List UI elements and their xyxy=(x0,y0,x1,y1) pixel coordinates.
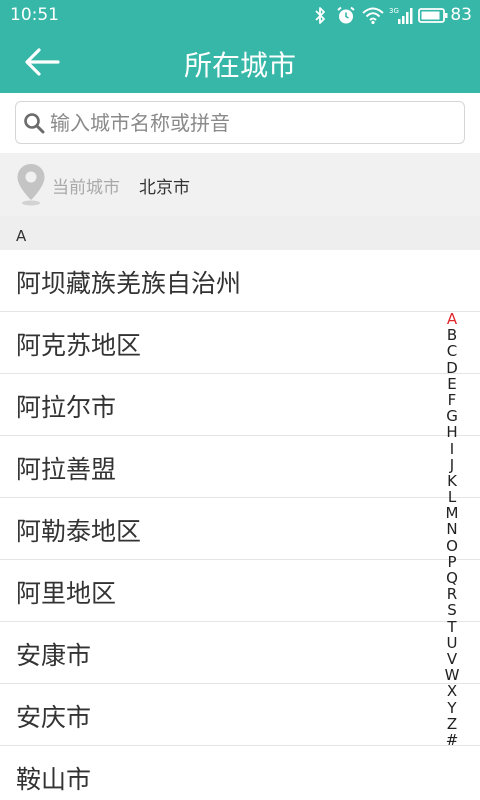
search-input[interactable] xyxy=(50,106,450,139)
search-box[interactable] xyxy=(15,101,465,144)
battery-icon xyxy=(418,8,448,23)
list-item[interactable]: 阿坝藏族羌族自治州 xyxy=(0,250,480,312)
search-icon xyxy=(24,113,45,134)
city-name: 阿勒泰地区 xyxy=(16,517,142,546)
wifi-icon xyxy=(362,7,384,25)
alarm-icon xyxy=(337,6,355,24)
city-name: 阿拉尔市 xyxy=(16,393,117,422)
current-location-row: 当前城市 北京市 xyxy=(0,153,480,216)
index-letter-c[interactable]: C xyxy=(440,343,464,359)
index-letter-g[interactable]: G xyxy=(440,408,464,424)
index-letter-n[interactable]: N xyxy=(440,521,464,537)
index-letter-k[interactable]: K xyxy=(440,473,464,489)
index-letter-o[interactable]: O xyxy=(440,537,464,553)
list-item[interactable]: 安庆市 xyxy=(0,684,480,746)
index-letter-i[interactable]: I xyxy=(440,440,464,456)
search-bar xyxy=(0,93,480,153)
index-letter-x[interactable]: X xyxy=(440,683,464,699)
index-letter-v[interactable]: V xyxy=(440,651,464,667)
index-letter-d[interactable]: D xyxy=(440,359,464,375)
section-letter: A xyxy=(16,227,27,245)
list-item[interactable]: 安康市 xyxy=(0,622,480,684)
city-list: 阿坝藏族羌族自治州 阿克苏地区 阿拉尔市 阿拉善盟 阿勒泰地区 阿里地区 安康市… xyxy=(0,250,480,800)
index-letter-y[interactable]: Y xyxy=(440,699,464,715)
list-item[interactable]: 阿克苏地区 xyxy=(0,312,480,374)
current-city-label: 当前城市 xyxy=(52,178,120,198)
index-letter-p[interactable]: P xyxy=(440,554,464,570)
index-letter-r[interactable]: R xyxy=(440,586,464,602)
index-letter-h[interactable]: H xyxy=(440,424,464,440)
index-letter-hash[interactable]: # xyxy=(440,732,464,748)
status-bar: 10:51 3G 83 xyxy=(0,0,480,31)
index-letter-m[interactable]: M xyxy=(440,505,464,521)
signal-3g-icon: 3G xyxy=(389,7,413,24)
index-letter-q[interactable]: Q xyxy=(440,570,464,586)
svg-text:3G: 3G xyxy=(389,7,399,15)
index-letter-f[interactable]: F xyxy=(440,392,464,408)
city-name: 阿克苏地区 xyxy=(16,331,142,360)
city-name: 阿坝藏族羌族自治州 xyxy=(16,269,242,298)
index-letter-e[interactable]: E xyxy=(440,376,464,392)
index-letter-b[interactable]: B xyxy=(440,327,464,343)
index-letter-j[interactable]: J xyxy=(440,456,464,472)
index-letter-a[interactable]: A xyxy=(440,311,464,327)
page-title: 所在城市 xyxy=(183,49,296,82)
index-letter-z[interactable]: Z xyxy=(440,715,464,731)
alphabet-index-bar[interactable]: A B C D E F G H I J K L M N O P Q R S T U V W X Y Z # xyxy=(440,311,464,748)
battery-percent: 83 xyxy=(450,5,472,25)
bluetooth-icon xyxy=(315,7,325,24)
current-city-value[interactable]: 北京市 xyxy=(139,173,190,198)
list-item[interactable]: 阿拉善盟 xyxy=(0,436,480,498)
app-bar: 所在城市 xyxy=(0,31,480,93)
list-item[interactable]: 阿里地区 xyxy=(0,560,480,622)
city-name: 鞍山市 xyxy=(16,765,92,794)
location-pin-icon xyxy=(17,164,45,206)
index-letter-s[interactable]: S xyxy=(440,602,464,618)
city-name: 阿拉善盟 xyxy=(16,455,117,484)
city-name: 安庆市 xyxy=(16,703,92,732)
status-time: 10:51 xyxy=(10,5,59,25)
city-name: 阿里地区 xyxy=(16,579,117,608)
index-letter-w[interactable]: W xyxy=(440,667,464,683)
section-header: A xyxy=(0,216,480,250)
index-letter-u[interactable]: U xyxy=(440,635,464,651)
index-letter-l[interactable]: L xyxy=(440,489,464,505)
list-item[interactable]: 阿拉尔市 xyxy=(0,374,480,436)
city-name: 安康市 xyxy=(16,641,92,670)
list-item[interactable]: 阿勒泰地区 xyxy=(0,498,480,560)
index-letter-t[interactable]: T xyxy=(440,618,464,634)
list-item[interactable]: 鞍山市 xyxy=(0,746,480,800)
